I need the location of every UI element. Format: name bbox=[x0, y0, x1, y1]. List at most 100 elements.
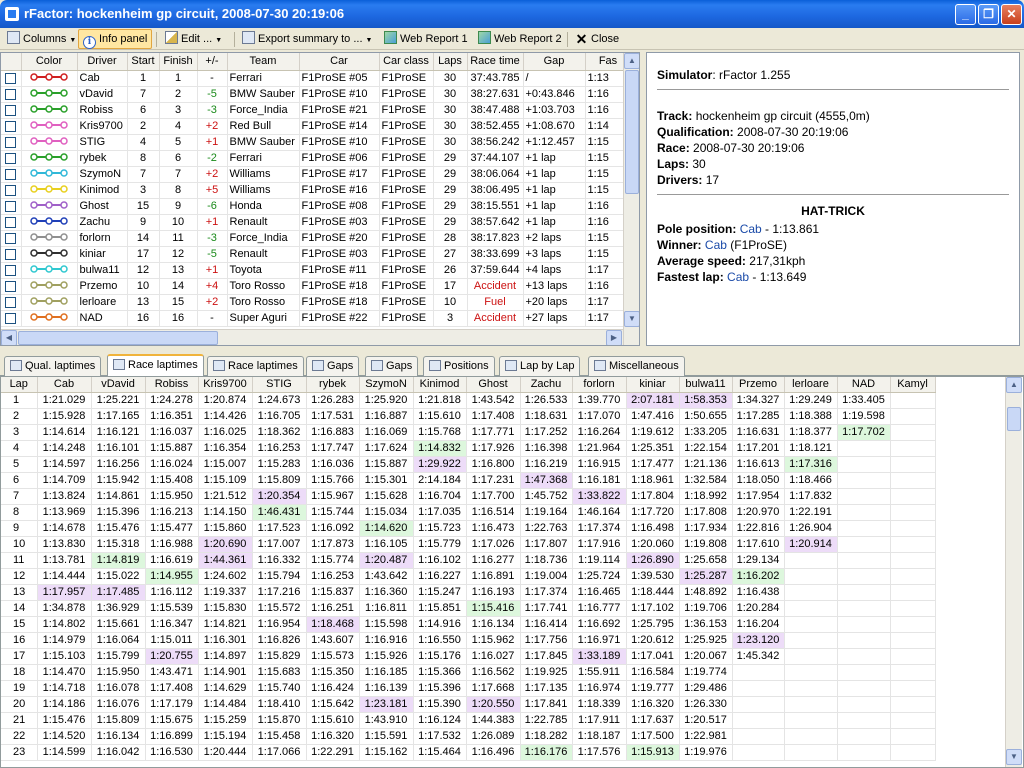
scroll-left-icon[interactable]: ◀ bbox=[1, 330, 17, 345]
tab-label: Miscellaneous bbox=[609, 360, 679, 372]
row-checkbox[interactable] bbox=[5, 216, 17, 228]
tab-lap-by-lap[interactable]: Lap by Lap bbox=[499, 356, 581, 376]
row-checkbox[interactable] bbox=[5, 72, 17, 84]
results-vertical-scrollbar[interactable]: ▲ ▼ bbox=[623, 53, 639, 345]
tab-positions[interactable]: Positions bbox=[423, 356, 495, 376]
laptimes-column-header[interactable]: Zachu bbox=[520, 377, 573, 393]
scroll-thumb[interactable] bbox=[18, 331, 218, 345]
results-row[interactable]: Zachu 9 10 +1 Renault F1ProSE #03 F1ProSE 29 38:… bbox=[1, 214, 632, 231]
laptimes-column-header[interactable]: vDavid bbox=[91, 377, 146, 393]
laptimes-column-header[interactable]: Kinimod bbox=[413, 377, 467, 393]
scroll-down-icon[interactable]: ▼ bbox=[1006, 749, 1022, 765]
laptimes-column-header[interactable]: Cab bbox=[37, 377, 92, 393]
results-horizontal-scrollbar[interactable]: ◀ ▶ bbox=[1, 329, 623, 345]
column-header[interactable]: Race time bbox=[467, 53, 524, 71]
scroll-up-icon[interactable]: ▲ bbox=[1006, 377, 1022, 393]
row-checkbox[interactable] bbox=[5, 264, 17, 276]
row-checkbox[interactable] bbox=[5, 152, 17, 164]
column-header[interactable]: Driver bbox=[77, 53, 128, 71]
pane-splitter[interactable] bbox=[0, 347, 1024, 353]
maximize-button[interactable]: ❐ bbox=[978, 4, 999, 25]
results-row[interactable]: SzymoN 7 7 +2 Williams F1ProSE #17 F1ProSE 29 38… bbox=[1, 166, 632, 183]
results-row[interactable]: STIG 4 5 +1 BMW Sauber F1ProSE #10 F1ProSE 30 38… bbox=[1, 134, 632, 151]
web-report-2-button[interactable]: Web Report 2 bbox=[473, 29, 567, 49]
laptime-cell: 1:14.678 bbox=[37, 520, 92, 537]
results-row[interactable]: Kinimod 3 8 +5 Williams F1ProSE #16 F1ProSE 29 3… bbox=[1, 182, 632, 199]
row-checkbox[interactable] bbox=[5, 312, 17, 324]
results-row[interactable]: lerloare 13 15 +2 Toro Rosso F1ProSE #18 F1Pro… bbox=[1, 294, 632, 311]
row-checkbox[interactable] bbox=[5, 184, 17, 196]
laptimes-column-header[interactable]: Kamyl bbox=[890, 377, 936, 393]
scroll-up-icon[interactable]: ▲ bbox=[624, 53, 639, 69]
export-button[interactable]: Export summary to ... ▼ bbox=[237, 29, 377, 49]
laptimes-column-header[interactable]: Robiss bbox=[145, 377, 199, 393]
results-row[interactable]: NAD 16 16- Super Aguri F1ProSE #22 F1ProSE 3 Ac… bbox=[1, 310, 632, 327]
row-checkbox[interactable] bbox=[5, 280, 17, 292]
column-header[interactable]: Finish bbox=[159, 53, 198, 71]
laptimes-column-header[interactable]: kiniar bbox=[626, 377, 680, 393]
results-row[interactable]: Robiss 6 3 -3 Force_India F1ProSE #21 F1ProSE 3… bbox=[1, 102, 632, 119]
tab-gaps-chart[interactable]: Gaps bbox=[365, 356, 419, 376]
column-header[interactable]: Start bbox=[127, 53, 160, 71]
row-checkbox[interactable] bbox=[5, 88, 17, 100]
laptime-cell bbox=[837, 488, 891, 505]
tab-miscellaneous[interactable]: Miscellaneous bbox=[588, 356, 685, 376]
tab-race-laptimes-table[interactable]: Race laptimes bbox=[107, 354, 204, 376]
laptimes-vertical-scrollbar[interactable]: ▲ ▼ bbox=[1005, 377, 1022, 767]
laptimes-column-header[interactable]: SzymoN bbox=[359, 377, 414, 393]
laptime-cell: 1:19.925 bbox=[520, 664, 573, 681]
row-checkbox[interactable] bbox=[5, 168, 17, 180]
results-row[interactable]: rybek 8 6 -2 Ferrari F1ProSE #06 F1ProSE 29 37:4… bbox=[1, 150, 632, 167]
column-header[interactable]: Color bbox=[21, 53, 78, 71]
close-button[interactable]: ✕ Close bbox=[570, 29, 624, 49]
laptimes-column-header[interactable]: NAD bbox=[837, 377, 891, 393]
row-checkbox[interactable] bbox=[5, 200, 17, 212]
row-checkbox[interactable] bbox=[5, 248, 17, 260]
scroll-right-icon[interactable]: ▶ bbox=[606, 330, 622, 345]
minimize-button[interactable]: _ bbox=[955, 4, 976, 25]
column-header[interactable]: Laps bbox=[433, 53, 468, 71]
results-row[interactable]: kiniar 17 12 -5 Renault F1ProSE #03 F1ProSE 27 3… bbox=[1, 246, 632, 263]
info-panel-button[interactable]: i Info panel bbox=[78, 29, 153, 49]
web-report-1-button[interactable]: Web Report 1 bbox=[379, 29, 473, 49]
laptimes-column-header[interactable]: Przemo bbox=[732, 377, 785, 393]
row-checkbox[interactable] bbox=[5, 104, 17, 116]
laptimes-column-header[interactable]: rybek bbox=[306, 377, 360, 393]
columns-button[interactable]: Columns ▼ bbox=[2, 29, 81, 49]
tab-gaps-table[interactable]: Gaps bbox=[306, 356, 360, 376]
scroll-thumb[interactable] bbox=[625, 70, 639, 194]
results-row[interactable]: forlorn 14 11 -3 Force_India F1ProSE #20 F1Pro… bbox=[1, 230, 632, 247]
laptimes-column-header[interactable]: Ghost bbox=[466, 377, 521, 393]
results-row[interactable]: Kris9700 2 4 +2 Red Bull F1ProSE #14 F1ProSE 30… bbox=[1, 118, 632, 135]
results-row[interactable]: Ghost 15 9 -6 Honda F1ProSE #08 F1ProSE 29 38:15… bbox=[1, 198, 632, 215]
edit-button[interactable]: Edit ... ▼ bbox=[160, 29, 227, 49]
laptimes-column-header[interactable]: lerloare bbox=[784, 377, 838, 393]
laptimes-column-header[interactable]: STIG bbox=[252, 377, 307, 393]
results-row[interactable]: Cab 1 1- Ferrari F1ProSE #05 F1ProSE 30 37:43.7… bbox=[1, 70, 632, 87]
laptimes-column-header[interactable]: Kris9700 bbox=[198, 377, 253, 393]
column-header[interactable]: +/- bbox=[197, 53, 228, 71]
tab-qual-laptimes[interactable]: Qual. laptimes bbox=[4, 356, 102, 376]
laptimes-column-header[interactable]: forlorn bbox=[572, 377, 627, 393]
laptimes-column-header[interactable]: Lap bbox=[1, 377, 38, 393]
row-checkbox[interactable] bbox=[5, 136, 17, 148]
results-row[interactable]: bulwa11 12 13 +1 Toyota F1ProSE #11 F1ProSE 26 3… bbox=[1, 262, 632, 279]
laptimes-column-header[interactable]: bulwa11 bbox=[679, 377, 733, 393]
row-checkbox[interactable] bbox=[5, 232, 17, 244]
column-header[interactable]: Car class bbox=[379, 53, 434, 71]
results-row[interactable]: vDavid 7 2 -5 BMW Sauber F1ProSE #10 F1ProSE 30… bbox=[1, 86, 632, 103]
results-row[interactable]: Przemo 10 14 +4 Toro Rosso F1ProSE #18 F1ProSE… bbox=[1, 278, 632, 295]
scroll-thumb[interactable] bbox=[1007, 407, 1021, 431]
close-window-button[interactable]: ✕ bbox=[1001, 4, 1022, 25]
scroll-down-icon[interactable]: ▼ bbox=[624, 311, 639, 327]
pole-driver-link[interactable]: Cab bbox=[740, 222, 762, 236]
winner-driver-link[interactable]: Cab bbox=[705, 238, 727, 252]
column-header[interactable]: Team bbox=[227, 53, 300, 71]
row-checkbox[interactable] bbox=[5, 296, 17, 308]
fastest-driver-link[interactable]: Cab bbox=[727, 270, 749, 284]
laptime-cell: 1:16.704 bbox=[413, 488, 467, 505]
row-checkbox[interactable] bbox=[5, 120, 17, 132]
tab-race-laptimes-chart[interactable]: Race laptimes bbox=[207, 356, 304, 376]
column-header[interactable]: Car bbox=[299, 53, 380, 71]
column-header[interactable]: Gap bbox=[523, 53, 586, 71]
